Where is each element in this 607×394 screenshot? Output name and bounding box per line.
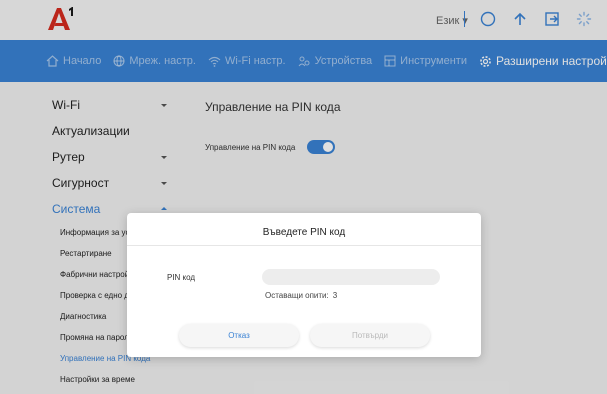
enter-pin-dialog: Въведете PIN код PIN код Оставащи опити:… — [127, 213, 481, 357]
dialog-divider — [127, 245, 481, 246]
confirm-button[interactable]: Потвърди — [310, 324, 430, 347]
pin-input[interactable] — [262, 269, 440, 285]
dialog-title: Въведете PIN код — [262, 227, 346, 238]
cancel-button[interactable]: Отказ — [179, 324, 299, 347]
remaining-attempts: Оставащи опити: 3 — [265, 291, 337, 300]
remaining-attempts-label: Оставащи опити: — [265, 291, 329, 300]
pin-field-label: PIN код — [167, 273, 196, 282]
remaining-attempts-count: 3 — [332, 291, 338, 300]
